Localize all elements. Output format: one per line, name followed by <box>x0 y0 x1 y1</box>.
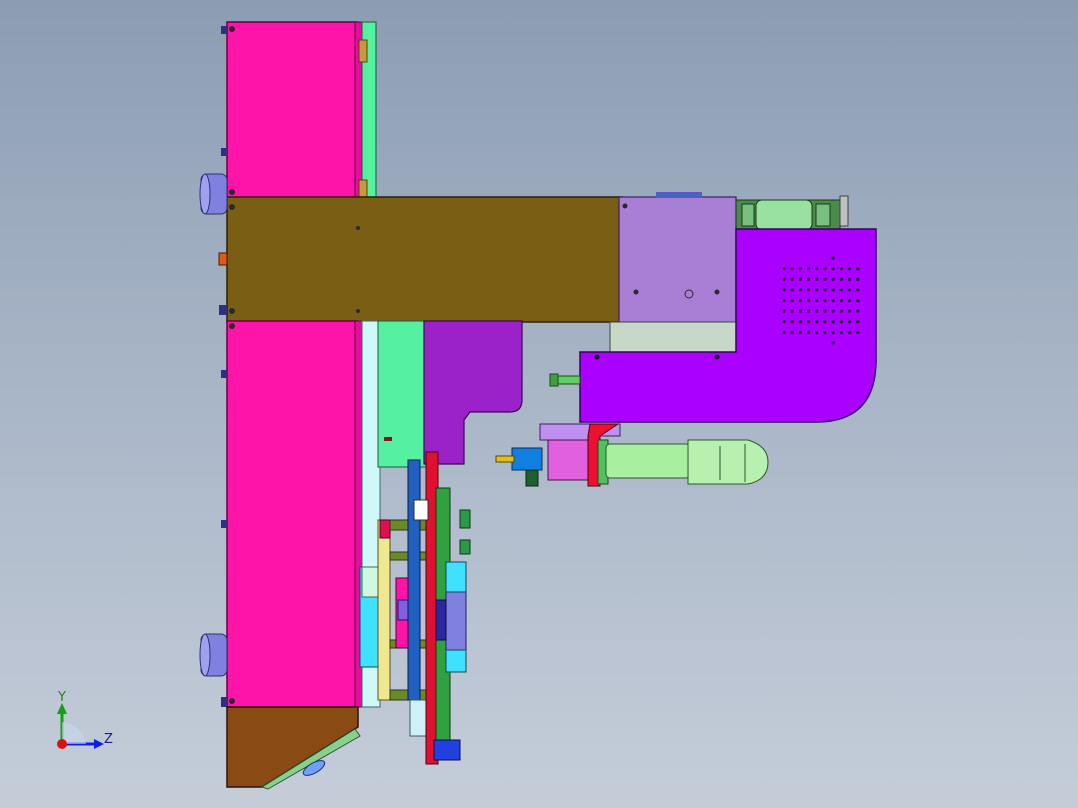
vent-hole <box>782 320 786 324</box>
vent-hole <box>848 288 852 292</box>
side-knob-lower[interactable] <box>199 633 228 677</box>
vent-hole <box>782 267 786 271</box>
vent-hole <box>798 288 803 292</box>
vent-hole <box>823 330 827 334</box>
vent-hole <box>807 320 811 324</box>
vent-hole <box>790 288 794 292</box>
triad-z-label: Z <box>104 732 113 747</box>
vent-hole <box>782 330 786 334</box>
vent-hole <box>848 298 852 302</box>
vent-hole <box>839 277 844 281</box>
vent-hole <box>856 267 860 271</box>
side-tab-orange[interactable] <box>218 252 228 266</box>
mid-purple-block[interactable] <box>423 320 523 465</box>
body-bolt[interactable] <box>549 373 581 387</box>
vent-hole <box>798 330 803 334</box>
vent-hole <box>815 320 819 324</box>
vent-hole <box>798 267 803 271</box>
vent-hole <box>790 330 794 334</box>
vent-hole <box>848 330 852 334</box>
bottom-chute[interactable] <box>226 706 361 790</box>
vent-hole <box>782 288 786 292</box>
vent-hole <box>798 320 803 324</box>
vent-hole <box>831 330 835 334</box>
side-tab-small-3[interactable] <box>219 305 227 315</box>
vent-hole <box>839 309 844 313</box>
vent-hole <box>848 267 852 271</box>
vent-hole <box>831 288 835 292</box>
main-housing-upper[interactable] <box>226 21 377 199</box>
vent-hole <box>823 298 827 302</box>
vent-hole <box>848 320 852 324</box>
vent-hole <box>848 277 852 281</box>
vent-hole <box>831 309 835 313</box>
gripper-cylinder[interactable] <box>605 439 769 485</box>
main-housing-lower[interactable] <box>226 320 364 708</box>
side-tab-small-4[interactable] <box>221 370 227 378</box>
vent-hole <box>823 320 827 324</box>
vent-hole <box>839 330 844 334</box>
vent-hole <box>798 309 803 313</box>
vent-hole <box>798 298 803 302</box>
vent-hole <box>856 320 860 324</box>
vent-hole <box>807 277 811 281</box>
horizontal-beam[interactable] <box>226 196 623 323</box>
vent-hole <box>815 277 819 281</box>
vent-hole <box>831 341 835 345</box>
vent-hole <box>831 320 835 324</box>
vent-hole <box>839 298 844 302</box>
vent-hole <box>807 309 811 313</box>
vent-hole <box>815 309 819 313</box>
vent-hole <box>790 320 794 324</box>
side-tab-small-1[interactable] <box>221 26 227 34</box>
vent-hole <box>856 298 860 302</box>
vent-hole <box>807 267 811 271</box>
vent-hole <box>831 277 835 281</box>
triad-y-label: Y <box>57 690 66 705</box>
vent-hole <box>823 277 827 281</box>
vent-hole <box>790 309 794 313</box>
vent-hole <box>823 309 827 313</box>
vent-hole <box>823 267 827 271</box>
vent-hole <box>815 330 819 334</box>
vent-hole <box>807 288 811 292</box>
vent-hole <box>790 267 794 271</box>
side-tab-small-5[interactable] <box>221 520 227 528</box>
vent-hole <box>815 267 819 271</box>
vent-hole <box>856 277 860 281</box>
vent-hole <box>807 330 811 334</box>
vent-hole <box>831 298 835 302</box>
top-cylinder[interactable] <box>735 195 849 231</box>
vent-hole <box>815 288 819 292</box>
vent-hole <box>782 298 786 302</box>
side-knob-upper[interactable] <box>199 173 228 215</box>
vent-hole <box>839 320 844 324</box>
lavender-head[interactable] <box>609 192 737 355</box>
cad-viewport[interactable]: Y Z <box>0 0 1078 808</box>
vent-hole <box>831 267 835 271</box>
side-tab-small-2[interactable] <box>221 148 227 156</box>
vent-hole <box>790 298 794 302</box>
vent-hole <box>839 288 844 292</box>
coordinate-triad: Y Z <box>57 690 113 749</box>
vent-hole <box>831 256 835 260</box>
vent-hole <box>782 277 786 281</box>
vent-hole <box>782 309 786 313</box>
vent-hole <box>790 277 794 281</box>
vent-hole <box>856 330 860 334</box>
vent-hole <box>848 309 852 313</box>
vent-hole <box>823 288 827 292</box>
vent-hole <box>856 309 860 313</box>
vent-hole <box>839 267 844 271</box>
vent-hole <box>815 298 819 302</box>
vent-hole <box>798 277 803 281</box>
side-tab-small-6[interactable] <box>221 697 227 707</box>
vent-hole <box>856 288 860 292</box>
air-fitting[interactable] <box>495 447 543 487</box>
vent-hole <box>807 298 811 302</box>
